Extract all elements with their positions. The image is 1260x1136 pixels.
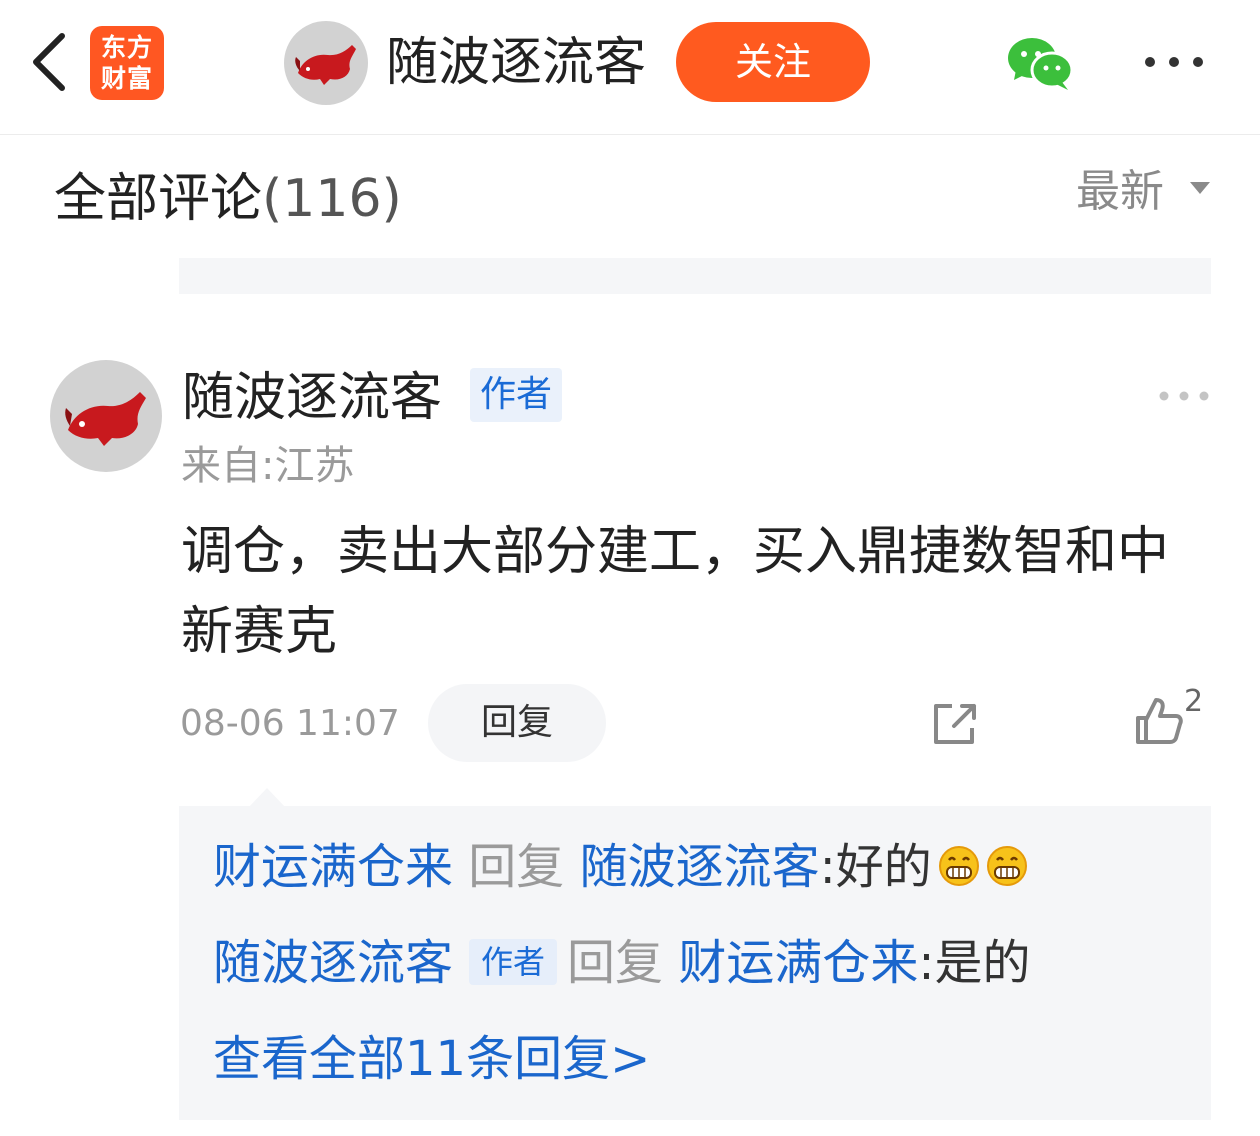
reply-item[interactable]: 随波逐流客 作者 回复 财运满仓来:是的 bbox=[213, 932, 1031, 994]
reply-from-user[interactable]: 财运满仓来 bbox=[213, 839, 453, 895]
share-icon[interactable] bbox=[930, 700, 980, 748]
top-bar: 东方 财富 随波逐流客 关注 bbox=[0, 0, 1260, 135]
back-arrow-icon[interactable] bbox=[28, 30, 72, 94]
reply-item[interactable]: 财运满仓来 回复 随波逐流客:好的 bbox=[213, 836, 1028, 898]
comments-title-text: 全部评论 bbox=[54, 169, 263, 229]
comment-content: 调仓，卖出大部分建工，买入鼎捷数智和中新赛克 bbox=[181, 522, 1170, 662]
comments-section-title: 全部评论(116) bbox=[54, 168, 402, 230]
reply-to-user[interactable]: 财运满仓来 bbox=[678, 935, 918, 991]
logo-text-top: 东方 bbox=[100, 33, 153, 62]
replies-pointer bbox=[248, 788, 286, 808]
more-icon[interactable] bbox=[1142, 54, 1206, 70]
comment-user-name[interactable]: 随波逐流客 bbox=[182, 366, 442, 430]
author-tag: 作者 bbox=[470, 368, 562, 422]
follow-button[interactable]: 关注 bbox=[676, 22, 870, 102]
sort-dropdown[interactable]: 最新 bbox=[1076, 162, 1164, 222]
reply-from-user[interactable]: 随波逐流客 bbox=[213, 935, 453, 991]
bull-avatar-icon bbox=[295, 45, 356, 85]
wechat-icon[interactable] bbox=[1006, 36, 1074, 92]
dropdown-arrow-icon[interactable] bbox=[1188, 180, 1212, 196]
comments-count: (116) bbox=[262, 169, 402, 229]
reply-button[interactable]: 回复 bbox=[428, 684, 606, 762]
bull-avatar-icon bbox=[65, 392, 146, 446]
header-user-name[interactable]: 随波逐流客 bbox=[386, 30, 646, 96]
reply-separator: : bbox=[918, 935, 935, 991]
reply-verb: 回复 bbox=[468, 839, 565, 895]
reply-author-tag: 作者 bbox=[469, 939, 558, 985]
thumbs-up-icon[interactable] bbox=[1134, 696, 1184, 746]
reply-verb: 回复 bbox=[567, 935, 664, 991]
reply-separator: : bbox=[819, 839, 836, 895]
comment-timestamp: 08-06 11:07 bbox=[180, 703, 400, 744]
comment-location: 来自:江苏 bbox=[181, 443, 355, 489]
comment-avatar[interactable] bbox=[50, 360, 162, 472]
previous-reply-block bbox=[179, 258, 1211, 294]
reply-text: 好的 bbox=[835, 839, 932, 895]
view-all-replies-link[interactable]: 查看全部11条回复> bbox=[213, 1028, 650, 1090]
logo-text-bottom: 财富 bbox=[100, 64, 153, 93]
top-avatar[interactable] bbox=[284, 21, 368, 105]
like-count: 2 bbox=[1184, 684, 1204, 719]
grin-emoji-icon bbox=[938, 846, 979, 886]
reply-to-user[interactable]: 随波逐流客 bbox=[580, 839, 820, 895]
replies-panel: 财运满仓来 回复 随波逐流客:好的 随波逐流客 作者 回复 财运满仓来:是的 查看全… bbox=[179, 806, 1211, 1120]
reply-text: 是的 bbox=[934, 935, 1031, 991]
grin-emoji-icon bbox=[986, 846, 1027, 886]
comment-more-icon[interactable] bbox=[1158, 390, 1210, 402]
app-logo[interactable]: 东方 财富 bbox=[90, 26, 164, 100]
